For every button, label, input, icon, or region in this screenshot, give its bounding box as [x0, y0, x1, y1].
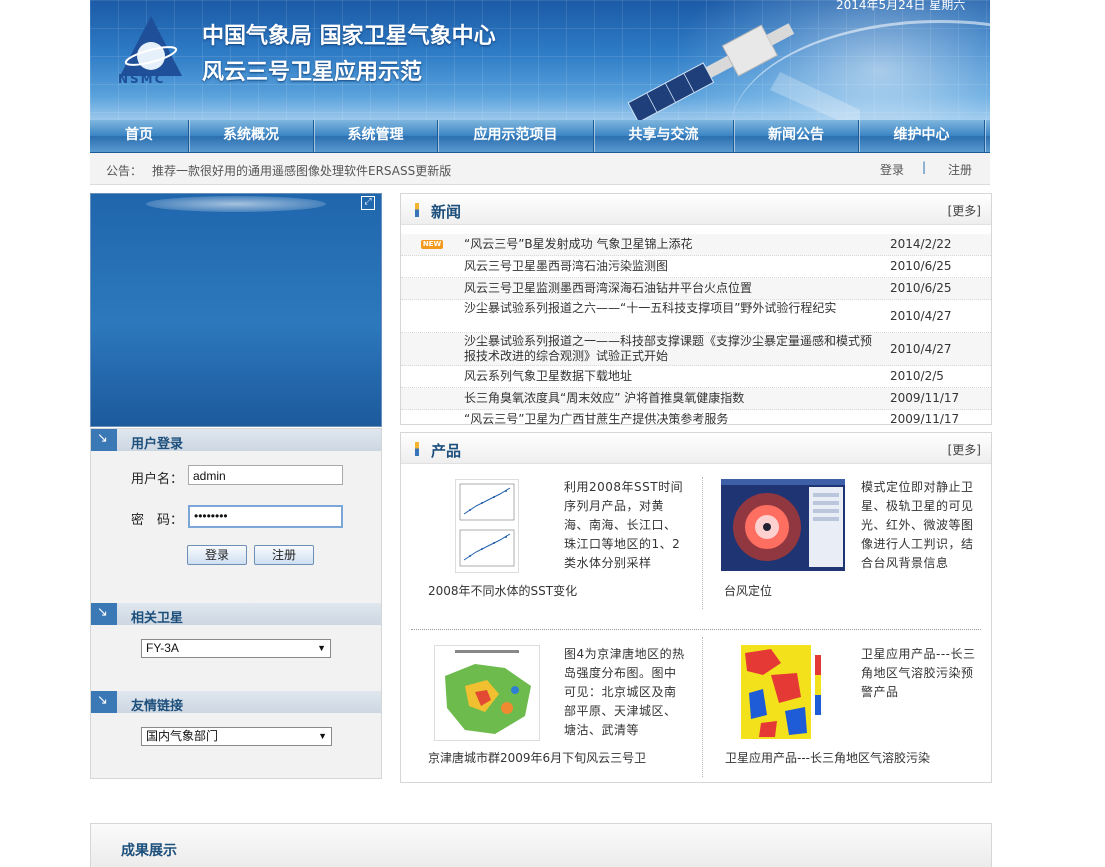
site-title: 中国气象局 国家卫星气象中心 [202, 23, 496, 49]
separator: | [922, 160, 927, 174]
login-link[interactable]: 登录 [880, 161, 904, 178]
notice-link[interactable]: 推荐一款很好用的通用遥感图像处理软件ERSASS更新版 [152, 162, 451, 179]
product-description: 利用2008年SST时间序列月产品，对黄海、南海、长江口、珠江口等地区的1、2类… [564, 480, 684, 570]
news-link[interactable]: 沙尘暴试验系列报道之六——“十一五科技支撑项目”野外试验行程纪实 [464, 301, 874, 316]
product-caption-link[interactable]: 卫星应用产品---长三角地区气溶胶污染 [725, 749, 930, 766]
news-link[interactable]: 沙尘暴试验系列报道之一——科技部支撑课题《支撑沙尘暴定量遥感和模式预报技术改进的… [464, 334, 874, 364]
products-more-link[interactable]: [更多] [948, 441, 981, 458]
username-input[interactable]: admin [188, 465, 343, 485]
products-panel: 产品 [更多] 利用2008年SST时间序列月产品，对黄海、南海、长江口、珠江口… [400, 432, 992, 783]
site-subtitle: 风云三号卫星应用示范 [202, 59, 423, 85]
satellite-section-header: ↘ 相关卫星 [91, 603, 381, 626]
logo-text: NSMC [118, 72, 166, 86]
chevron-down-icon: ▼ [317, 643, 326, 653]
news-link[interactable]: “风云三号”卫星为广西甘蔗生产提供决策参考服务 [464, 412, 874, 424]
register-link[interactable]: 注册 [948, 161, 972, 178]
arrow-icon: ↘ [91, 691, 117, 713]
password-input[interactable]: •••••••• [188, 505, 343, 528]
section-marker [415, 442, 419, 456]
arrow-icon: ↘ [91, 429, 117, 451]
arrow-icon: ↘ [91, 603, 117, 625]
product-description: 卫星应用产品---长三角地区气溶胶污染预警产品 [861, 647, 976, 699]
news-date: 2010/2/5 [890, 369, 944, 383]
heat-island-map-thumbnail[interactable] [434, 645, 540, 741]
news-date: 2009/11/17 [890, 412, 960, 425]
divider [702, 637, 703, 777]
notice-bar: 公告： 推荐一款很好用的通用遥感图像处理软件ERSASS更新版 登录 | 注册 [90, 153, 990, 185]
news-link[interactable]: “风云三号”B星发射成功 气象卫星锦上添花 [464, 237, 874, 252]
products-header: 产品 [更多] [401, 433, 991, 464]
news-row: 沙尘暴试验系列报道之一——科技部支撑课题《支撑沙尘暴定量遥感和模式预报技术改进的… [401, 333, 991, 366]
left-sidebar: ↘ 用户登录 用户名： admin 密 码： •••••••• 登录 注册 ↘ … [90, 428, 382, 779]
satellite-select-value: FY-3A [146, 641, 179, 655]
password-label: 密 码： [131, 513, 184, 528]
nav-news[interactable]: 新闻公告 [734, 120, 859, 152]
username-label: 用户名： [131, 472, 184, 487]
header-date: 2014年5月24日 星期六 [836, 0, 966, 12]
satellite-icon [627, 23, 860, 120]
products-title: 产品 [431, 442, 462, 460]
flash-highlight [146, 196, 326, 212]
product-caption-link[interactable]: 2008年不同水体的SST变化 [428, 582, 577, 599]
login-button[interactable]: 登录 [187, 545, 247, 565]
typhoon-image-thumbnail[interactable] [721, 479, 845, 571]
news-date: 2014/2/22 [890, 237, 952, 251]
news-date: 2010/4/27 [890, 309, 952, 323]
news-date: 2010/4/27 [890, 342, 952, 356]
product-caption-link[interactable]: 京津唐城市群2009年6月下旬风云三号卫 [428, 749, 646, 766]
showcase-panel: 成果展示 [90, 823, 992, 867]
news-row: NEW “风云三号”B星发射成功 气象卫星锦上添花 2014/2/22 [401, 234, 991, 256]
product-caption-link[interactable]: 台风定位 [724, 582, 772, 599]
flash-banner: ⤢ [90, 193, 382, 427]
news-row: 风云三号卫星监测墨西哥湾深海石油钻井平台火点位置 2010/6/25 [401, 278, 991, 300]
news-row: 沙尘暴试验系列报道之六——“十一五科技支撑项目”野外试验行程纪实 2010/4/… [401, 300, 991, 333]
news-row: 风云三号卫星墨西哥湾石油污染监测图 2010/6/25 [401, 256, 991, 278]
nav-system-admin[interactable]: 系统管理 [314, 120, 438, 152]
links-select-value: 国内气象部门 [146, 729, 219, 743]
links-section-header: ↘ 友情链接 [91, 691, 381, 714]
chevron-down-icon: ▼ [318, 731, 327, 741]
news-row: 长三角臭氧浓度具“周末效应” 沪将首推臭氧健康指数 2009/11/17 [401, 388, 991, 410]
notice-label: 公告： [106, 164, 143, 178]
nav-overview[interactable]: 系统概况 [189, 120, 314, 152]
product-description: 图4为京津唐地区的热岛强度分布图。图中可见：北京城区及南部平原、天津城区、塘沽、… [564, 647, 685, 737]
header-banner: NSMC 中国气象局 国家卫星气象中心 风云三号卫星应用示范 2014年5月24… [90, 0, 990, 120]
news-more-link[interactable]: [更多] [948, 202, 981, 219]
news-header: 新闻 [更多] [401, 194, 991, 225]
news-row: “风云三号”卫星为广西甘蔗生产提供决策参考服务 2009/11/17 [401, 410, 991, 425]
news-link[interactable]: 风云三号卫星墨西哥湾石油污染监测图 [464, 259, 874, 274]
nav-maintenance[interactable]: 维护中心 [859, 120, 985, 152]
satellite-section-title: 相关卫星 [131, 611, 184, 626]
news-panel: 新闻 [更多] NEW “风云三号”B星发射成功 气象卫星锦上添花 2014/2… [400, 193, 992, 425]
main-nav: 首页 系统概况 系统管理 应用示范项目 共享与交流 新闻公告 维护中心 [90, 120, 990, 153]
news-row: 风云系列气象卫星数据下载地址 2010/2/5 [401, 366, 991, 388]
divider [702, 477, 703, 609]
satellite-select[interactable]: FY-3A ▼ [141, 639, 331, 658]
sst-chart-thumbnail[interactable] [455, 479, 519, 573]
register-button[interactable]: 注册 [254, 545, 314, 565]
news-date: 2009/11/17 [890, 391, 960, 405]
section-marker [415, 203, 419, 217]
product-description: 模式定位即对静止卫星、极轨卫星的可见光、红外、微波等图像进行人工判识，结合台风背… [861, 480, 974, 570]
news-link[interactable]: 风云系列气象卫星数据下载地址 [464, 369, 874, 384]
news-link[interactable]: 风云三号卫星监测墨西哥湾深海石油钻井平台火点位置 [464, 281, 874, 296]
links-select[interactable]: 国内气象部门 ▼ [141, 727, 332, 746]
fullscreen-icon[interactable]: ⤢ [361, 196, 375, 210]
nav-home[interactable]: 首页 [90, 120, 189, 152]
nav-share[interactable]: 共享与交流 [594, 120, 734, 152]
divider [411, 629, 981, 630]
new-badge: NEW [421, 240, 443, 249]
news-link[interactable]: 长三角臭氧浓度具“周末效应” 沪将首推臭氧健康指数 [464, 391, 874, 406]
login-section-header: ↘ 用户登录 [91, 429, 381, 452]
showcase-title: 成果展示 [121, 843, 177, 859]
news-date: 2010/6/25 [890, 259, 952, 273]
aerosol-map-thumbnail[interactable] [741, 645, 827, 739]
links-section-title: 友情链接 [131, 699, 184, 714]
nav-demo-projects[interactable]: 应用示范项目 [438, 120, 594, 152]
login-section-title: 用户登录 [131, 437, 184, 452]
news-title: 新闻 [431, 203, 462, 221]
news-date: 2010/6/25 [890, 281, 952, 295]
